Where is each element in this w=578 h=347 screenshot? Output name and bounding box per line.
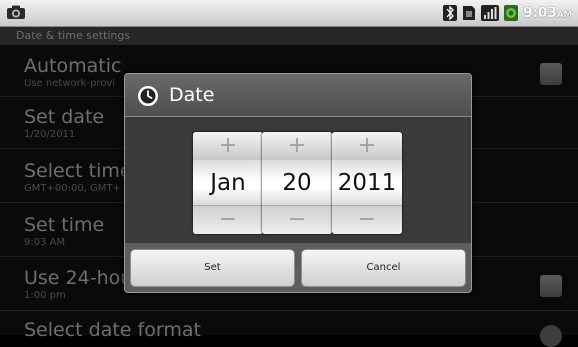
signal-icon [481,5,500,21]
year-picker: + 2011 − [332,132,402,234]
camera-icon [7,5,25,19]
pref-subtitle: Use network-provi [24,78,116,89]
day-picker: + 20 − [262,132,332,234]
settings-title-bar: Date & time settings [0,27,578,45]
day-value[interactable]: 20 [262,160,332,206]
pref-title: Automatic [24,55,122,77]
pref-set-date[interactable]: Set date 1/20/2011 [24,106,104,142]
day-increment-button[interactable]: + [262,132,332,161]
date-dialog: Date + Jan − + 20 − + 2011 − Set Cancel [124,73,472,293]
dialog-title: Date [169,84,215,106]
year-decrement-button[interactable]: − [332,205,402,234]
settings-title: Date & time settings [16,29,131,42]
24-hour-checkbox[interactable] [540,275,562,297]
bluetooth-icon [443,5,458,21]
pref-title: Set date [24,106,105,128]
divider [0,310,578,311]
battery-icon [504,5,519,21]
pref-title: Set time [24,214,105,236]
pref-subtitle: 1:00 pm [24,290,66,301]
month-picker: + Jan − [193,132,263,234]
dialog-header: Date [125,74,471,117]
day-decrement-button[interactable]: − [262,205,332,234]
pref-subtitle: 9:03 AM [24,237,66,248]
automatic-checkbox[interactable] [540,63,562,85]
year-value[interactable]: 2011 [332,160,402,206]
sim-icon [463,6,476,20]
pref-date-format[interactable]: Select date format [24,319,201,341]
date-format-indicator [540,325,562,347]
status-bar: 9:03AM [0,0,578,27]
year-increment-button[interactable]: + [332,132,402,161]
cancel-button[interactable]: Cancel [301,249,466,287]
month-value[interactable]: Jan [193,160,263,206]
clock-icon [138,86,158,106]
pref-24-hour[interactable]: Use 24-hou 1:00 pm [24,267,132,303]
pref-automatic[interactable]: Automatic Use network-provi [24,55,121,91]
pref-title: Select date format [24,319,201,341]
status-clock: 9:03AM [523,5,572,21]
dialog-footer: Set Cancel [125,243,471,292]
pref-subtitle: 1/20/2011 [24,129,76,140]
month-decrement-button[interactable]: − [193,205,263,234]
pref-title: Use 24-hou [24,267,133,289]
pref-set-time[interactable]: Set time 9:03 AM [24,214,104,250]
set-button[interactable]: Set [130,249,295,287]
month-increment-button[interactable]: + [193,132,263,161]
